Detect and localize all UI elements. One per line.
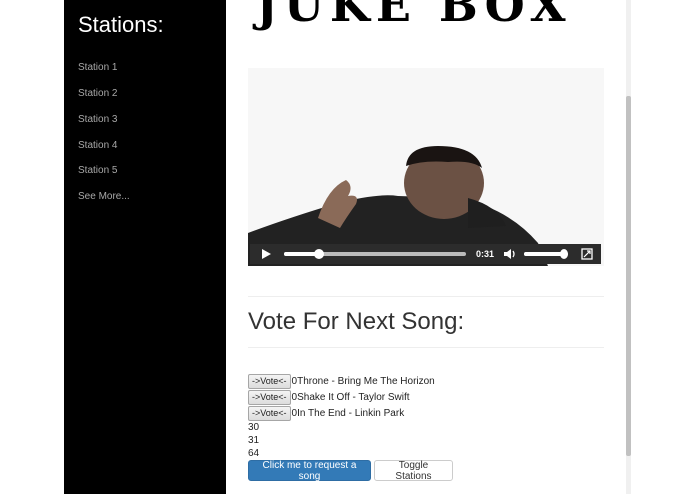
- number-line: 31: [248, 435, 260, 446]
- vote-button[interactable]: ->Vote<-: [248, 405, 291, 421]
- volume-handle[interactable]: [560, 249, 569, 259]
- song-title: In The End - Linkin Park: [297, 407, 405, 419]
- video-controls: 0:31: [250, 244, 601, 264]
- song-title: Throne - Bring Me The Horizon: [297, 375, 435, 387]
- divider-bottom: [248, 347, 604, 348]
- current-time: 0:31: [475, 249, 494, 259]
- sidebar-item-station-2[interactable]: Station 2: [78, 88, 117, 99]
- divider-top: [248, 296, 604, 297]
- sidebar-title: Stations:: [78, 12, 164, 37]
- video-frame: [248, 68, 604, 266]
- sidebar-item-see-more[interactable]: See More...: [78, 191, 130, 202]
- video-player[interactable]: 0:31: [248, 68, 604, 266]
- sidebar-item-station-5[interactable]: Station 5: [78, 165, 117, 176]
- page-scrollbar[interactable]: [626, 0, 631, 494]
- sidebar-item-station-1[interactable]: Station 1: [78, 62, 117, 73]
- vote-button[interactable]: ->Vote<-: [248, 389, 291, 405]
- toggle-stations-button[interactable]: Toggle Stations: [374, 460, 453, 482]
- song-row: ->Vote<- 0 Shake It Off - Taylor Swift: [248, 389, 410, 405]
- request-song-button[interactable]: Click me to request a song: [248, 460, 371, 482]
- scrollbar-thumb[interactable]: [626, 96, 631, 456]
- seek-handle[interactable]: [313, 249, 324, 259]
- song-title: Shake It Off - Taylor Swift: [297, 391, 410, 403]
- seek-bar[interactable]: [284, 249, 466, 259]
- song-row: ->Vote<- 0 Throne - Bring Me The Horizon: [248, 373, 435, 389]
- volume-icon[interactable]: [502, 244, 518, 264]
- vote-heading: Vote For Next Song:: [248, 308, 465, 335]
- sidebar-item-station-4[interactable]: Station 4: [78, 140, 117, 151]
- play-icon[interactable]: [256, 244, 276, 264]
- sidebar-item-station-3[interactable]: Station 3: [78, 114, 117, 125]
- number-line: 30: [248, 422, 260, 433]
- fullscreen-icon[interactable]: [578, 244, 596, 264]
- vote-button[interactable]: ->Vote<-: [248, 373, 291, 389]
- stations-sidebar: Stations: Station 1 Station 2 Station 3 …: [64, 0, 226, 494]
- volume-slider[interactable]: [524, 249, 569, 259]
- volume-level: [524, 252, 565, 256]
- number-line: 64: [248, 448, 260, 459]
- jukebox-logo: JUKE BOX: [256, 0, 572, 32]
- song-row: ->Vote<- 0 In The End - Linkin Park: [248, 405, 404, 421]
- main-content: JUKE BOX 0:31 Vote For Next Song: ->Vote…: [226, 0, 626, 494]
